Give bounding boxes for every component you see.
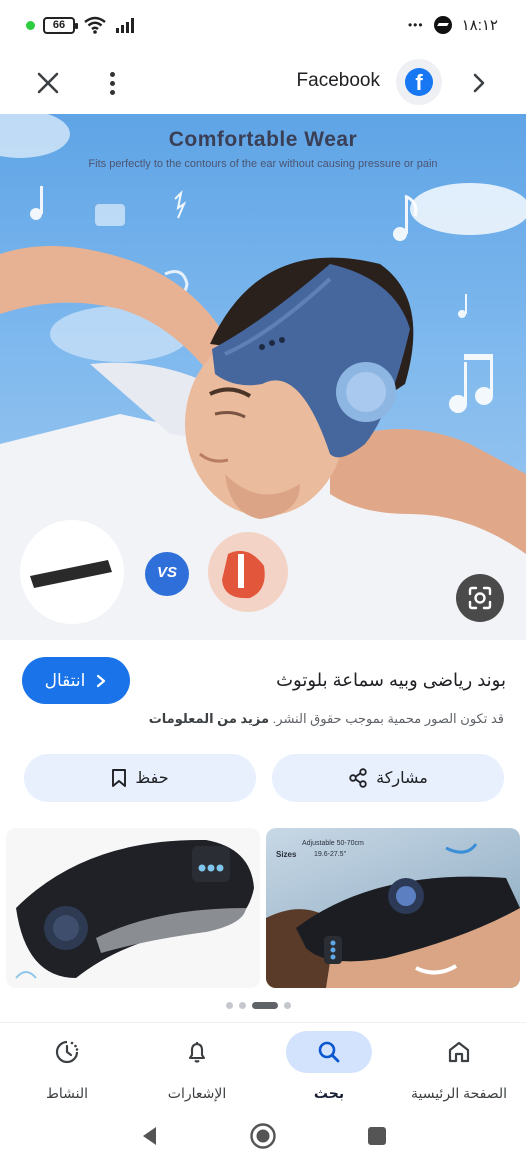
lens-search-button[interactable] [456,574,504,622]
nav-home[interactable]: الصفحة الرئيسية [404,1031,514,1111]
visit-label: انتقال [44,670,86,690]
headband-product-photo [15,839,254,979]
source-favicon[interactable]: f [396,59,442,105]
mask-sizes-heading: Sizes [276,850,297,859]
pager-dot [239,1002,246,1009]
mask-size-label: Adjustable 50-70cm [302,840,364,847]
nav-icon-container [286,1031,372,1073]
source-name[interactable]: Facebook [297,70,380,92]
bottom-navigation: الصفحة الرئيسية بحث الإشعارات النشاط [0,1022,526,1112]
close-button[interactable] [30,65,66,101]
more-options-button[interactable] [96,65,128,101]
dot [109,80,115,86]
bookmark-icon [112,769,127,787]
nav-search-label: بحث [313,1085,345,1101]
sleep-mask-photo [266,843,520,988]
pager-dot [284,1002,291,1009]
system-navigation-bar [0,1112,526,1168]
share-icon [349,768,367,788]
nav-activity[interactable]: النشاط [12,1031,122,1111]
more-notifications-icon: ••• [407,18,424,32]
visit-button[interactable]: انتقال [22,657,130,704]
top-bar: Facebook f [0,52,526,114]
mask-size-range: 19.6-27.5" [314,851,347,858]
clock: ١٨:١٢ [461,17,498,34]
home-system-button[interactable] [249,1122,277,1150]
recents-square-icon [368,1127,386,1145]
share-label: مشاركة [376,770,428,787]
pager-dot [226,1002,233,1009]
status-right: ••• ١٨:١٢ [408,16,498,34]
lens-icon [468,586,492,610]
battery-icon: 66 [43,16,78,34]
signal-icon [116,18,134,33]
active-dot-icon [26,20,35,30]
vs-badge: VS [156,564,177,581]
nav-icon-container [24,1031,110,1073]
close-icon [37,72,59,94]
related-image-1[interactable] [6,828,260,988]
headband-photo [0,114,526,640]
recents-button[interactable] [367,1126,387,1146]
messenger-icon [433,16,452,34]
image-subheadline: Fits perfectly to the contours of the ea… [88,158,438,170]
nav-search[interactable]: بحث [274,1031,384,1111]
nav-activity-label: النشاط [45,1085,89,1101]
result-image[interactable]: Comfortable Wear Fits perfectly to the c… [0,114,526,640]
carousel-indicator [226,1002,291,1009]
nav-notifications[interactable]: الإشعارات [142,1031,252,1111]
share-button[interactable]: مشاركة [272,754,504,802]
activity-icon [55,1040,79,1064]
learn-more-link[interactable]: مزيد من المعلومات [149,711,269,726]
bell-icon [188,1042,206,1063]
copyright-text: قد تكون الصور محمية بموجب حقوق النشر. [272,711,504,726]
chevron-right-icon [473,73,485,93]
save-button[interactable]: حفظ [24,754,256,802]
status-bar: 66 ••• ١٨:١٢ [0,0,526,52]
save-label: حفظ [135,770,169,787]
back-button[interactable] [138,1124,162,1148]
related-image-2[interactable]: Adjustable 50-70cm Sizes 19.6-27.5" [266,828,520,988]
search-icon [318,1041,340,1063]
home-circle-icon [250,1123,276,1149]
result-title[interactable]: بوند رياضى وبيه سماعة بلوتوث [276,670,506,691]
chevron-right-icon [97,674,106,687]
image-headline: Comfortable Wear [168,128,358,151]
facebook-icon: f [405,68,433,96]
dot [109,89,115,95]
home-icon [448,1041,470,1063]
next-result-button[interactable] [466,68,492,98]
copyright-notice: قد تكون الصور محمية بموجب حقوق النشر. مز… [149,711,504,727]
wifi-icon [84,16,106,34]
status-left: 66 [26,16,137,34]
back-triangle-icon [143,1127,156,1145]
nav-icon-container [154,1031,240,1073]
nav-notifications-label: الإشعارات [167,1085,227,1101]
dot [109,71,115,77]
nav-home-label: الصفحة الرئيسية [410,1085,508,1101]
nav-icon-container [416,1031,502,1073]
pager-dot-active [252,1002,278,1009]
